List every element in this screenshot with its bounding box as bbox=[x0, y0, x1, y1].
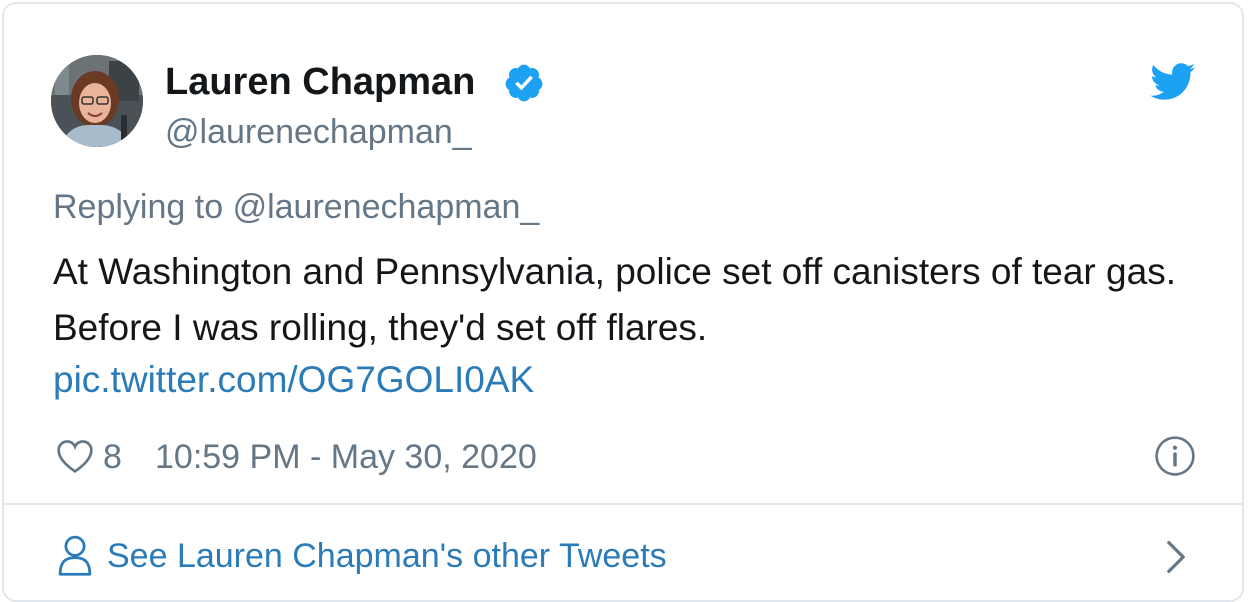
user-icon bbox=[58, 535, 92, 576]
chevron-right-icon[interactable] bbox=[1164, 539, 1188, 575]
tweet-media-link[interactable]: pic.twitter.com/OG7GOLI0AK bbox=[53, 356, 534, 404]
avatar-image bbox=[51, 55, 143, 147]
tweet-timestamp[interactable]: 10:59 PM - May 30, 2020 bbox=[155, 437, 537, 477]
info-icon[interactable] bbox=[1154, 435, 1196, 477]
tweet-card: Lauren Chapman @laurenechapman_ Replying… bbox=[2, 2, 1244, 602]
replying-prefix: Replying to bbox=[53, 188, 224, 226]
see-other-tweets-link[interactable]: See Lauren Chapman's other Tweets bbox=[107, 535, 667, 577]
replying-handle-link[interactable]: @laurenechapman_ bbox=[233, 188, 540, 226]
avatar[interactable] bbox=[51, 55, 143, 147]
tweet-text: At Washington and Pennsylvania, police s… bbox=[53, 251, 1176, 348]
verified-badge-icon bbox=[505, 64, 543, 102]
author-handle[interactable]: @laurenechapman_ bbox=[165, 112, 472, 152]
author-name[interactable]: Lauren Chapman bbox=[165, 60, 475, 104]
twitter-bird-icon[interactable] bbox=[1150, 63, 1196, 101]
heart-icon[interactable] bbox=[54, 436, 96, 476]
replying-to: Replying to @laurenechapman_ bbox=[53, 187, 539, 227]
like-count[interactable]: 8 bbox=[103, 437, 122, 477]
footer-divider bbox=[4, 503, 1242, 505]
